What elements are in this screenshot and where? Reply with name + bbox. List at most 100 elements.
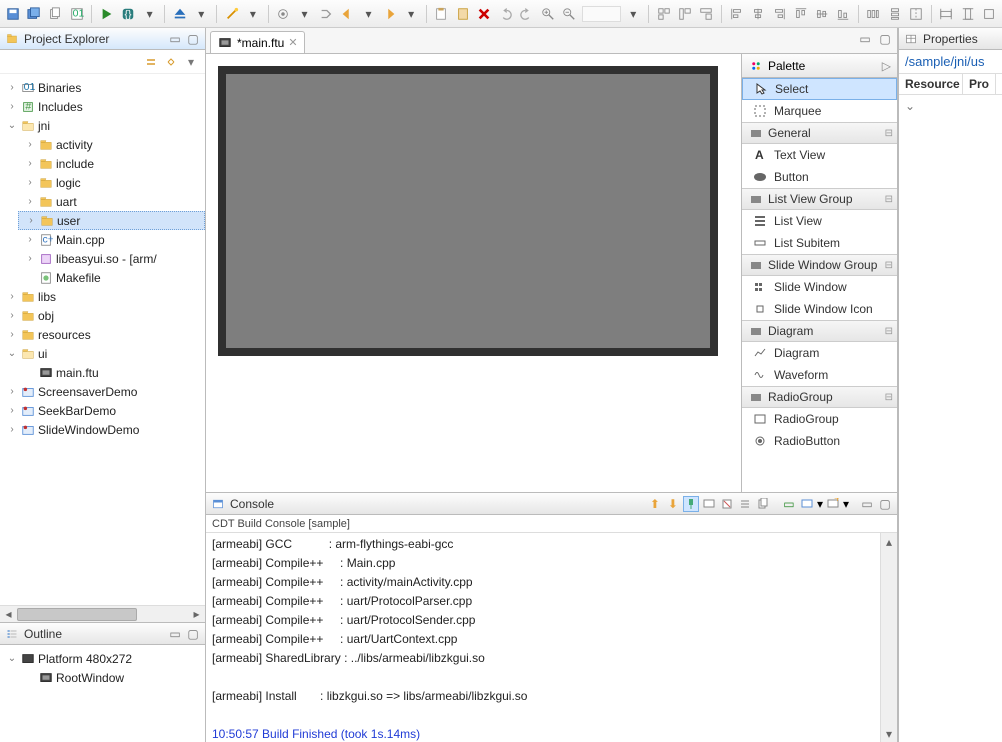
tree-item-binaries[interactable]: ›010Binaries: [0, 78, 205, 97]
pin-icon[interactable]: ⊟: [885, 128, 893, 139]
tree-item-libs[interactable]: ›libs: [0, 287, 205, 306]
palette-button[interactable]: Button: [742, 166, 897, 188]
palette-slide-window[interactable]: Slide Window: [742, 276, 897, 298]
new-console-icon[interactable]: +: [825, 496, 841, 512]
delete-icon[interactable]: [475, 5, 492, 23]
design-surface[interactable]: [206, 54, 741, 492]
display-icon[interactable]: [701, 496, 717, 512]
match-height-icon[interactable]: [959, 5, 976, 23]
zoom-out-icon[interactable]: [561, 5, 578, 23]
save-icon[interactable]: [4, 5, 21, 23]
dropdown-icon[interactable]: ▾: [141, 5, 158, 23]
tree-item-main-cpp[interactable]: ›c++Main.cpp: [18, 230, 205, 249]
palette-list-subitem[interactable]: List Subitem: [742, 232, 897, 254]
align-bottom-icon[interactable]: [835, 5, 852, 23]
tree-item-ui[interactable]: ⌄ui: [0, 344, 205, 363]
align-right-icon[interactable]: [771, 5, 788, 23]
pin-icon[interactable]: ⊟: [885, 260, 893, 271]
outline-rootwindow[interactable]: RootWindow: [18, 668, 205, 687]
scroll-up-icon[interactable]: ⬆: [647, 496, 663, 512]
maximize-icon[interactable]: ▢: [185, 626, 201, 642]
zoom-field[interactable]: [582, 6, 621, 22]
distribute-v-icon[interactable]: [886, 5, 903, 23]
tree-item-includes[interactable]: ›#Includes: [0, 97, 205, 116]
console-output[interactable]: [armeabi] GCC : arm-flythings-eabi-gcc […: [206, 533, 897, 742]
tree-item-activity[interactable]: ›activity: [18, 135, 205, 154]
tree-item-jni[interactable]: ⌄jni: [0, 116, 205, 135]
dropdown-icon[interactable]: ▾: [625, 5, 642, 23]
collapse-icon[interactable]: ▷: [882, 59, 891, 73]
palette-radiobutton[interactable]: RadioButton: [742, 430, 897, 452]
distribute-h-icon[interactable]: [865, 5, 882, 23]
zoom-in-icon[interactable]: [539, 5, 556, 23]
back-icon[interactable]: [338, 5, 355, 23]
palette-cat-general[interactable]: General⊟: [742, 122, 897, 144]
copy-icon[interactable]: [47, 5, 64, 23]
step-icon[interactable]: [317, 5, 334, 23]
tree-item-main-ftu[interactable]: main.ftu: [18, 363, 205, 382]
link-editor-icon[interactable]: [163, 54, 179, 70]
design-canvas[interactable]: [218, 66, 718, 356]
palette-list-view[interactable]: List View: [742, 210, 897, 232]
eject-icon[interactable]: [171, 5, 188, 23]
dropdown-icon[interactable]: ▾: [244, 5, 261, 23]
align-left-icon[interactable]: [728, 5, 745, 23]
palette-slide-window-icon[interactable]: Slide Window Icon: [742, 298, 897, 320]
tree-item-logic[interactable]: ›logic: [18, 173, 205, 192]
center-h-icon[interactable]: [907, 5, 924, 23]
maximize-icon[interactable]: ▢: [877, 31, 893, 47]
tree-item-slidewindow[interactable]: ›SlideWindowDemo: [0, 420, 205, 439]
palette-cat-slidewindow[interactable]: Slide Window Group⊟: [742, 254, 897, 276]
tree-item-obj[interactable]: ›obj: [0, 306, 205, 325]
palette-cat-listview[interactable]: List View Group⊟: [742, 188, 897, 210]
redo-icon[interactable]: [518, 5, 535, 23]
tree-item-makefile[interactable]: Makefile: [18, 268, 205, 287]
close-icon[interactable]: ✕: [288, 36, 297, 49]
explorer-hscroll[interactable]: ◂▸: [0, 605, 205, 622]
pin-icon[interactable]: ⊟: [885, 194, 893, 205]
tree-item-include[interactable]: ›include: [18, 154, 205, 173]
menu-icon[interactable]: ▾: [183, 54, 199, 70]
save-all-icon[interactable]: [25, 5, 42, 23]
properties-resource-link[interactable]: /sample/jni/us: [899, 50, 1002, 74]
palette-marquee-tool[interactable]: Marquee: [742, 100, 897, 122]
minimize-icon[interactable]: ▭: [857, 31, 873, 47]
scroll-lock-icon[interactable]: [737, 496, 753, 512]
palette-select-tool[interactable]: Select: [742, 78, 897, 100]
dropdown-icon[interactable]: ▾: [402, 5, 419, 23]
palette-waveform[interactable]: Waveform: [742, 364, 897, 386]
palette-radiogroup[interactable]: RadioGroup: [742, 408, 897, 430]
paste-icon[interactable]: [433, 5, 450, 23]
minimize-icon[interactable]: ▭: [167, 626, 183, 642]
tree-item-seekbar[interactable]: ›SeekBarDemo: [0, 401, 205, 420]
display-selected-icon[interactable]: [799, 496, 815, 512]
align-center-icon[interactable]: [749, 5, 766, 23]
layout-icon[interactable]: [676, 5, 693, 23]
dropdown-icon[interactable]: ▾: [193, 5, 210, 23]
target-icon[interactable]: [274, 5, 291, 23]
maximize-icon[interactable]: ▢: [185, 31, 201, 47]
collapse-icon[interactable]: [143, 54, 159, 70]
palette-diagram[interactable]: Diagram: [742, 342, 897, 364]
open-console-icon[interactable]: ▭: [781, 496, 797, 512]
palette-cat-diagram[interactable]: Diagram⊟: [742, 320, 897, 342]
dropdown-icon[interactable]: ▾: [360, 5, 377, 23]
pin-icon[interactable]: ⊟: [885, 392, 893, 403]
console-vscroll[interactable]: ▴▾: [880, 533, 897, 742]
maximize-icon[interactable]: ▢: [877, 496, 893, 512]
tree-item-uart[interactable]: ›uart: [18, 192, 205, 211]
match-width-icon[interactable]: [938, 5, 955, 23]
clear-icon[interactable]: [719, 496, 735, 512]
pin-icon[interactable]: ⊟: [885, 326, 893, 337]
layout-icon[interactable]: [698, 5, 715, 23]
scroll-down-icon[interactable]: ⬇: [665, 496, 681, 512]
palette-text-view[interactable]: AText View: [742, 144, 897, 166]
outline-platform[interactable]: ⌄Platform 480x272: [0, 649, 205, 668]
forward-icon[interactable]: [381, 5, 398, 23]
align-top-icon[interactable]: [792, 5, 809, 23]
wand-icon[interactable]: [223, 5, 240, 23]
undo-icon[interactable]: [497, 5, 514, 23]
chevron-down-icon[interactable]: ⌄: [905, 99, 915, 113]
dropdown-icon[interactable]: ▾: [296, 5, 313, 23]
tree-item-libeasyui[interactable]: ›libeasyui.so - [arm/: [18, 249, 205, 268]
